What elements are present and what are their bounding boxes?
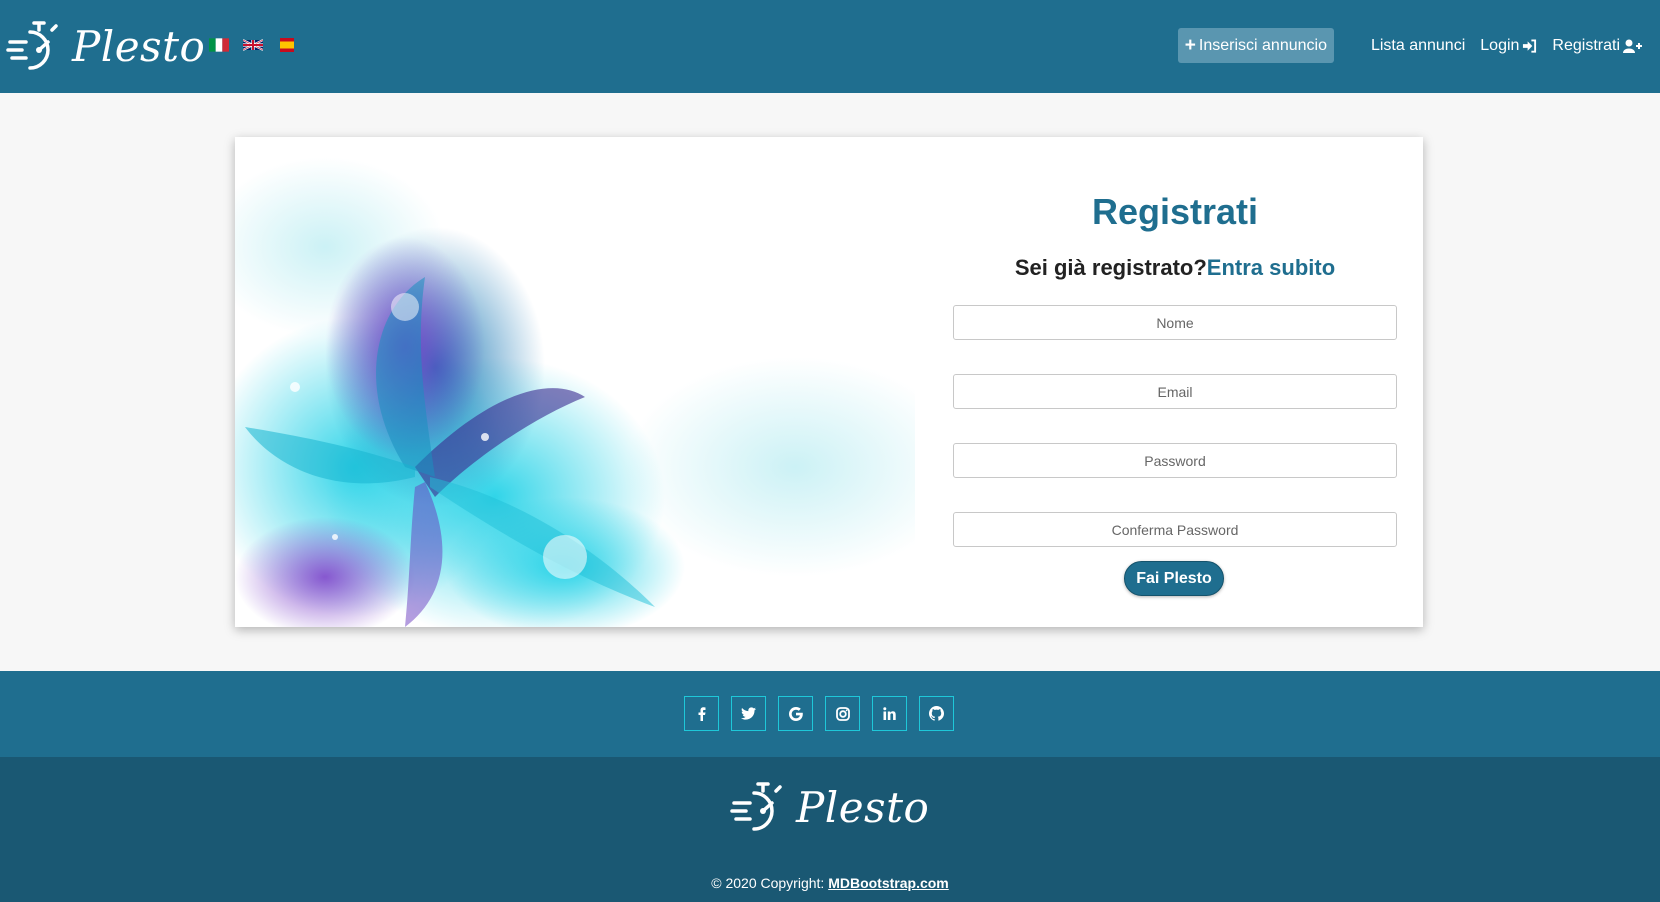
insert-listing-label: Inserisci annuncio bbox=[1198, 36, 1327, 54]
linkedin-icon[interactable] bbox=[872, 696, 907, 731]
language-selector bbox=[209, 38, 297, 52]
copyright: © 2020 Copyright: MDBootstrap.com bbox=[0, 875, 1660, 891]
footer-brand-name: Plesto bbox=[796, 782, 930, 832]
top-navbar: Plesto + Inserisci annuncio Lista annunc… bbox=[0, 0, 1660, 93]
password-input[interactable] bbox=[953, 443, 1397, 478]
email-input[interactable] bbox=[953, 374, 1397, 409]
github-icon[interactable] bbox=[919, 696, 954, 731]
login-prompt: Sei già registrato?Entra subito bbox=[953, 255, 1397, 281]
brand-name: Plesto bbox=[72, 21, 206, 71]
register-card: Registrati Sei già registrato?Entra subi… bbox=[235, 137, 1423, 627]
flower-illustration bbox=[235, 137, 915, 627]
google-icon[interactable] bbox=[778, 696, 813, 731]
register-label: Registrati bbox=[1552, 36, 1620, 54]
sign-in-icon bbox=[1523, 38, 1537, 53]
already-registered-text: Sei già registrato? bbox=[1014, 255, 1207, 280]
form-title: Registrati bbox=[1091, 191, 1259, 232]
enter-now-link[interactable]: Entra subito bbox=[1207, 255, 1335, 280]
name-input[interactable] bbox=[953, 305, 1397, 340]
register-form: Registrati Sei già registrato?Entra subi… bbox=[953, 137, 1397, 627]
footer: Plesto © 2020 Copyright: MDBootstrap.com bbox=[0, 757, 1660, 902]
facebook-icon[interactable] bbox=[684, 696, 719, 731]
copyright-text: © 2020 Copyright: bbox=[711, 875, 829, 891]
mdbootstrap-link[interactable]: MDBootstrap.com bbox=[828, 875, 949, 891]
submit-button[interactable]: Fai Plesto bbox=[1124, 561, 1224, 596]
flag-italy-icon[interactable] bbox=[209, 38, 229, 52]
stopwatch-logo-icon bbox=[6, 21, 58, 70]
brand-logo[interactable]: Plesto bbox=[6, 16, 205, 76]
user-plus-icon bbox=[1623, 39, 1642, 53]
register-link[interactable]: Registrati bbox=[1552, 37, 1642, 55]
plus-icon: + bbox=[1184, 35, 1196, 56]
nav-menu: + Inserisci annuncio Lista annunci Login… bbox=[1177, 28, 1642, 63]
flag-spain-icon[interactable] bbox=[277, 38, 297, 52]
social-links bbox=[684, 696, 954, 731]
stopwatch-logo-icon bbox=[730, 782, 782, 831]
insert-listing-button[interactable]: + Inserisci annuncio bbox=[1177, 28, 1334, 63]
instagram-icon[interactable] bbox=[825, 696, 860, 731]
footer-logo: Plesto bbox=[730, 779, 929, 835]
listings-label: Lista annunci bbox=[1370, 36, 1466, 54]
listings-link[interactable]: Lista annunci bbox=[1371, 37, 1465, 55]
twitter-icon[interactable] bbox=[731, 696, 766, 731]
social-bar bbox=[0, 671, 1660, 757]
login-label: Login bbox=[1480, 36, 1520, 54]
confirm-password-input[interactable] bbox=[953, 512, 1397, 547]
flag-uk-icon[interactable] bbox=[243, 38, 263, 52]
login-link[interactable]: Login bbox=[1480, 37, 1537, 55]
